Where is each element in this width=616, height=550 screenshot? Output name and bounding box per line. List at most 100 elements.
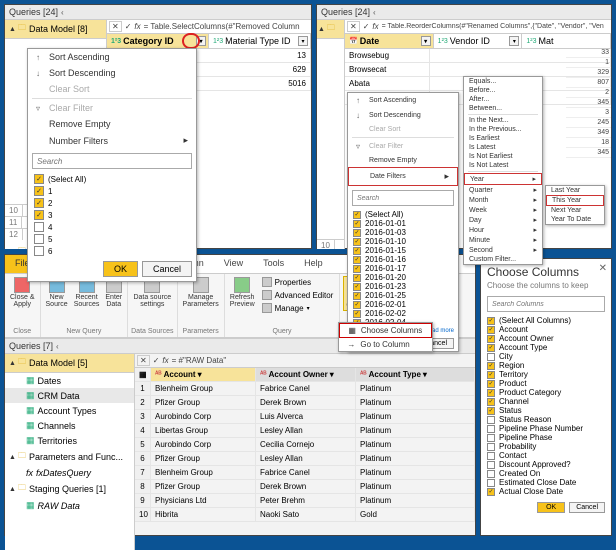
- clear-filter[interactable]: ▿Clear Filter: [348, 139, 458, 154]
- column-item[interactable]: ✓Account: [487, 325, 605, 334]
- sort-desc[interactable]: ↓Sort Descending: [28, 65, 196, 81]
- filter-item[interactable]: 4: [32, 221, 192, 233]
- date-filter-islatest[interactable]: Is Latest: [464, 143, 542, 152]
- table-row[interactable]: 3Aurobindo CorpLuis AlvercaPlatinum: [135, 410, 475, 424]
- filter-item[interactable]: ✓2016-02-02: [352, 309, 454, 318]
- filter-dropdown-icon[interactable]: ▾: [298, 36, 308, 46]
- column-item[interactable]: Created On: [487, 469, 605, 478]
- query-account-types[interactable]: ▦Account Types: [5, 403, 134, 418]
- table-row[interactable]: 5Aurobindo CorpCecilia CornejoPlatinum: [135, 438, 475, 452]
- date-filter-month[interactable]: Month▸: [464, 195, 542, 205]
- tab-view[interactable]: View: [214, 255, 253, 273]
- filter-item[interactable]: ✓3: [32, 209, 192, 221]
- remove-empty[interactable]: Remove Empty: [348, 154, 458, 167]
- formula-bar[interactable]: ✕✓fx= Table.SelectColumns(#"Removed Colu…: [107, 20, 311, 34]
- date-filter-customfilter[interactable]: Custom Filter...: [464, 255, 542, 264]
- filter-item[interactable]: ✓2016-01-17: [352, 264, 454, 273]
- column-item[interactable]: ✓(Select All Columns): [487, 316, 605, 325]
- data-model-folder[interactable]: ▲🗀Data Model [8]: [5, 20, 106, 39]
- date-filter-between[interactable]: Between...: [464, 104, 542, 113]
- fx-dates-query[interactable]: fxfxDatesQuery: [5, 466, 134, 480]
- sort-asc[interactable]: ↑Sort Ascending: [28, 49, 196, 65]
- properties-btn[interactable]: Properties: [259, 276, 337, 288]
- col-owner[interactable]: ᴬᴮAccount Owner▾: [256, 368, 356, 381]
- filter-item[interactable]: ✓(Select All): [32, 173, 192, 185]
- data-model-folder[interactable]: ▲🗀Data Model [5]: [5, 354, 134, 373]
- clear-sort[interactable]: Clear Sort: [28, 81, 196, 97]
- filter-search[interactable]: [352, 190, 454, 206]
- column-item[interactable]: Probability: [487, 442, 605, 451]
- tab-help[interactable]: Help: [294, 255, 333, 273]
- choose-columns-item[interactable]: ▦Choose Columns: [339, 323, 432, 338]
- date-filter-inthenext[interactable]: In the Next...: [464, 116, 542, 125]
- column-item[interactable]: Pipeline Phase Number: [487, 424, 605, 433]
- year-next-year[interactable]: Next Year: [546, 206, 604, 215]
- filter-item[interactable]: ✓2016-01-10: [352, 237, 454, 246]
- close-icon[interactable]: ✕: [109, 21, 122, 32]
- table-row[interactable]: 8Pfizer GroupDerek BrownPlatinum: [135, 480, 475, 494]
- table-row[interactable]: 1Blenheim GroupFabrice CanelPlatinum: [135, 382, 475, 396]
- filter-item[interactable]: ✓2016-02-01: [352, 300, 454, 309]
- filter-item[interactable]: ✓2: [32, 197, 192, 209]
- column-item[interactable]: ✓Territory: [487, 370, 605, 379]
- number-filters[interactable]: Number Filters▸: [28, 132, 196, 149]
- date-filter-day[interactable]: Day▸: [464, 215, 542, 225]
- tab-tools[interactable]: Tools: [253, 255, 294, 273]
- clear-filter[interactable]: ▿Clear Filter: [28, 100, 196, 116]
- go-to-column-item[interactable]: →Go to Column: [339, 338, 432, 351]
- advanced-editor-btn[interactable]: Advanced Editor: [259, 289, 337, 301]
- filter-search[interactable]: [32, 153, 192, 169]
- table-row[interactable]: 7Blenheim GroupFabrice CanelPlatinum: [135, 466, 475, 480]
- year-this-year[interactable]: This Year: [546, 195, 604, 206]
- filter-item[interactable]: ✓2016-01-15: [352, 246, 454, 255]
- data-model-folder[interactable]: ▲🗀: [317, 20, 344, 39]
- column-mat[interactable]: 1²3Mat: [522, 34, 611, 48]
- year-year-to-date[interactable]: Year To Date: [546, 215, 604, 224]
- query-territories[interactable]: ▦Territories: [5, 433, 134, 448]
- column-category-id[interactable]: 1²3Category ID▾: [107, 34, 209, 48]
- date-filter-before[interactable]: Before...: [464, 86, 542, 95]
- date-filter-quarter[interactable]: Quarter▸: [464, 185, 542, 195]
- chevron-left-icon[interactable]: ‹: [56, 342, 59, 351]
- table-row[interactable]: 6Pfizer GroupLesley AllanPlatinum: [135, 452, 475, 466]
- filter-item[interactable]: ✓1: [32, 185, 192, 197]
- date-filter-hour[interactable]: Hour▸: [464, 225, 542, 235]
- cancel-button[interactable]: Cancel: [142, 261, 192, 277]
- chevron-left-icon[interactable]: ‹: [373, 8, 376, 17]
- date-filter-isearliest[interactable]: Is Earliest: [464, 134, 542, 143]
- year-last-year[interactable]: Last Year: [546, 186, 604, 195]
- query-dates[interactable]: ▦Dates: [5, 373, 134, 388]
- raw-data-query[interactable]: ▦RAW Data: [5, 498, 134, 513]
- column-item[interactable]: City: [487, 352, 605, 361]
- sort-desc[interactable]: ↓Sort Descending: [348, 108, 458, 123]
- column-item[interactable]: ✓Account Owner: [487, 334, 605, 343]
- formula-bar[interactable]: ✕✓fx= Table.ReorderColumns(#"Renamed Col…: [345, 20, 611, 34]
- table-row[interactable]: 2Pfizer GroupDerek BrownPlatinum: [135, 396, 475, 410]
- column-item[interactable]: Discount Approved?: [487, 460, 605, 469]
- ok-button[interactable]: OK: [537, 502, 565, 513]
- column-item[interactable]: ✓Status: [487, 406, 605, 415]
- sort-asc[interactable]: ↑Sort Ascending: [348, 93, 458, 108]
- filter-item[interactable]: ✓2016-01-16: [352, 255, 454, 264]
- table-row[interactable]: 9Physicians LtdPeter BrehmPlatinum: [135, 494, 475, 508]
- filter-item[interactable]: ✓2016-01-23: [352, 282, 454, 291]
- filter-item[interactable]: ✓(Select All): [352, 210, 454, 219]
- params-folder[interactable]: ▲🗀Parameters and Func...: [5, 448, 134, 466]
- refresh-preview-btn[interactable]: Refresh Preview: [228, 276, 257, 314]
- table-row[interactable]: 10HibritaNaoki SatoGold: [135, 508, 475, 522]
- close-icon[interactable]: ✕: [599, 263, 607, 274]
- column-item[interactable]: ✓Product: [487, 379, 605, 388]
- remove-empty[interactable]: Remove Empty: [28, 116, 196, 132]
- column-item[interactable]: Pipeline Phase: [487, 433, 605, 442]
- date-filter-equals[interactable]: Equals...: [464, 77, 542, 86]
- filter-item[interactable]: 5: [32, 233, 192, 245]
- column-item[interactable]: Status Reason: [487, 415, 605, 424]
- clear-sort[interactable]: Clear Sort: [348, 123, 458, 136]
- filter-dropdown-icon[interactable]: ▾: [421, 36, 431, 46]
- column-item[interactable]: ✓Channel: [487, 397, 605, 406]
- date-filter-isnotearliest[interactable]: Is Not Earliest: [464, 152, 542, 161]
- filter-item[interactable]: ✓2016-01-25: [352, 291, 454, 300]
- column-search[interactable]: [487, 296, 605, 312]
- date-filter-second[interactable]: Second▸: [464, 245, 542, 255]
- date-filter-after[interactable]: After...: [464, 95, 542, 104]
